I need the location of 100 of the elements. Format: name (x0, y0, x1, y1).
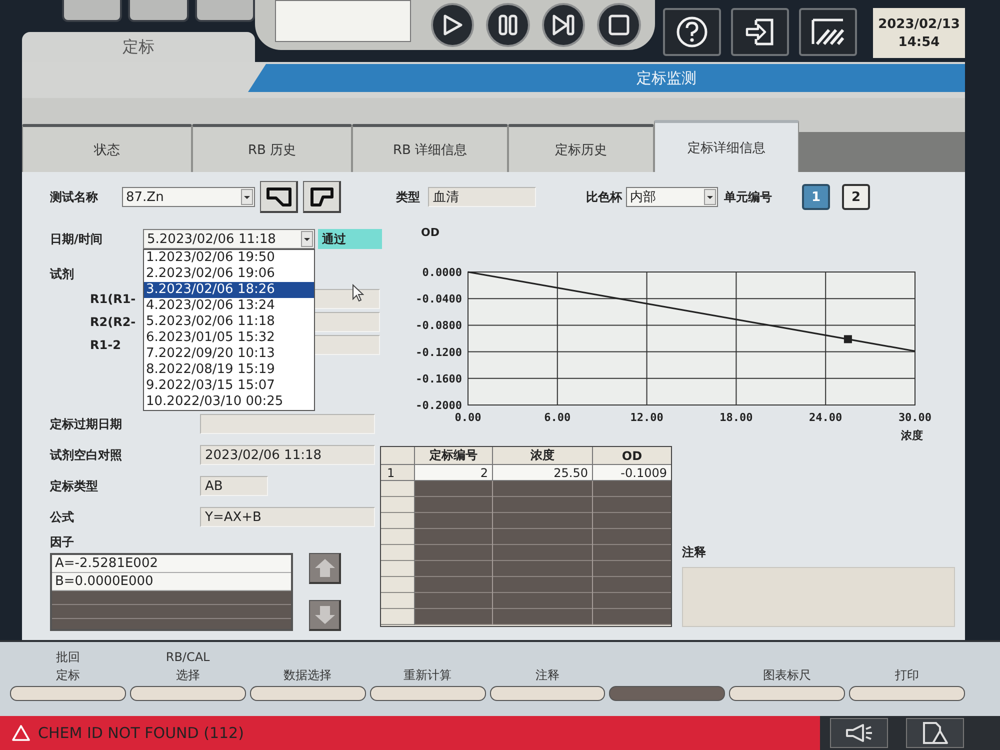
pause-button[interactable] (486, 3, 530, 47)
dropdown-option[interactable]: 9.2022/03/15 15:07 (144, 378, 314, 394)
help-button[interactable] (663, 8, 721, 56)
x-axis-label: 浓度 (901, 429, 923, 442)
value-field: Y=AX+B (200, 507, 375, 527)
status-message: CHEM ID NOT FOUND (112) (38, 724, 244, 742)
x-tick-label: 0.00 (454, 411, 482, 424)
value-field: 2023/02/06 11:18 (200, 445, 375, 465)
column-header: 浓度 (493, 447, 593, 465)
y-tick-label: -0.1200 (416, 346, 462, 359)
arrow-into-box-button[interactable] (731, 8, 789, 56)
document-warning-button[interactable] (906, 718, 964, 748)
toolbar-button[interactable] (128, 0, 189, 22)
diagonal-stripes-icon (811, 18, 845, 46)
screen-tab[interactable]: 定标 (22, 32, 255, 62)
section-label: 试剂 (50, 266, 74, 283)
field-label: 试剂空白对照 (50, 446, 123, 464)
softkey-button[interactable]: 数据选择 (250, 646, 366, 702)
x-tick-label: 12.00 (630, 411, 664, 424)
horn-button[interactable] (830, 718, 888, 748)
play-icon (441, 14, 464, 36)
play-button[interactable] (430, 3, 474, 47)
dropdown-option[interactable]: 4.2023/02/06 13:24 (144, 298, 314, 314)
x-tick-label: 6.00 (544, 411, 571, 424)
date-time-select[interactable]: 5.2023/02/06 11:18 (143, 229, 315, 249)
softkey-button[interactable]: RB/CAL 选择 (130, 646, 246, 702)
stop-icon (608, 14, 630, 36)
warning-icon (12, 725, 30, 741)
dropdown-option[interactable]: 6.2023/01/05 15:32 (144, 330, 314, 346)
toolbar-button[interactable] (194, 0, 255, 22)
section-label: 因子 (50, 534, 74, 551)
dropdown-option[interactable]: 5.2023/02/06 11:18 (144, 314, 314, 330)
softkey-button[interactable]: 批回 定标 (10, 646, 126, 702)
field-label: 注释 (682, 544, 707, 561)
reagent-label: R1(R1- (90, 292, 136, 306)
value-field: AB (200, 476, 268, 496)
column-header: 定标编号 (415, 447, 493, 465)
status-badge: 通过 (318, 229, 382, 249)
y-tick-label: -0.0800 (416, 319, 462, 332)
table-cell: 2 (415, 465, 493, 481)
cell-number-button[interactable]: 1 (802, 184, 830, 210)
cell-number-button[interactable]: 2 (842, 184, 870, 210)
stop-button[interactable] (597, 3, 641, 47)
softkey-button[interactable]: 重新计算 (370, 646, 486, 702)
select-value: 87.Zn (126, 190, 164, 204)
help-icon (676, 16, 708, 48)
tab[interactable]: RB 历史 (192, 124, 352, 172)
notes-field[interactable] (682, 567, 955, 627)
bracket-shape-icon (308, 186, 334, 208)
dropdown-option[interactable]: 8.2022/08/19 15:19 (144, 362, 314, 378)
softkey-button[interactable]: 打印 (849, 646, 965, 702)
sample-type-field: 血清 (428, 187, 536, 207)
tab[interactable]: RB 详细信息 (352, 124, 508, 172)
field-label: 类型 (396, 188, 421, 206)
y-tick-label: -0.2000 (416, 399, 462, 412)
caret-icon (704, 189, 716, 205)
caret-icon (241, 189, 253, 205)
row-number-cell: 1 (381, 465, 415, 481)
field-label: 日期/时间 (50, 230, 104, 248)
field-label: 公式 (50, 508, 75, 526)
tab[interactable]: 状态 (22, 124, 192, 172)
icon-button[interactable] (303, 181, 341, 213)
stripes-button[interactable] (799, 8, 857, 56)
time-text: 14:54 (898, 34, 940, 50)
scroll-down-button[interactable] (309, 600, 341, 631)
y-tick-label: -0.1600 (416, 372, 462, 386)
table-cell: 25.50 (493, 465, 593, 481)
tab[interactable]: 定标详细信息 (654, 120, 799, 172)
document-warning-icon (921, 721, 949, 745)
dropdown-option[interactable]: 1.2023/02/06 19:50 (144, 250, 314, 266)
select-value: 5.2023/02/06 11:18 (147, 232, 276, 246)
select-value: 内部 (630, 189, 656, 206)
date-text: 2023/02/13 (878, 16, 960, 32)
icon-button[interactable] (260, 181, 298, 213)
scroll-up-button[interactable] (309, 553, 341, 584)
test-name-select[interactable]: 87.Zn (122, 187, 255, 207)
softkey-button[interactable]: 图表标尺 (729, 646, 846, 702)
title-bar: 定标监测 (248, 64, 965, 92)
field-label: 定标类型 (50, 478, 99, 494)
horn-icon (844, 723, 874, 743)
x-tick-label: 18.00 (720, 411, 753, 424)
step-button[interactable] (542, 3, 586, 47)
factor-item[interactable]: A=-2.5281E002 (52, 555, 291, 573)
y-axis-label: OD (421, 226, 440, 239)
dropdown-option[interactable]: 7.2022/09/20 10:13 (144, 346, 314, 362)
dropdown-option[interactable]: 3.2023/02/06 18:26 (144, 282, 314, 298)
dropdown-option[interactable]: 2.2023/02/06 19:06 (144, 266, 314, 282)
table-cell: -0.1009 (593, 465, 671, 481)
y-tick-label: 0.0000 (422, 266, 462, 279)
toolbar-button[interactable] (62, 0, 122, 22)
field-label: 定标过期日期 (50, 416, 123, 432)
dropdown-option[interactable]: 10.2022/03/10 00:25 (144, 394, 314, 410)
caret-icon (301, 231, 313, 247)
pause-icon (497, 14, 520, 36)
softkey-button[interactable]: 注释 (490, 646, 606, 702)
cuvette-select[interactable]: 内部 (626, 187, 718, 207)
mouse-cursor-icon (352, 284, 364, 302)
tab[interactable]: 定标历史 (508, 124, 654, 172)
arrow-into-box-icon (744, 16, 776, 48)
reagent-label: R2(R2- (90, 315, 136, 329)
